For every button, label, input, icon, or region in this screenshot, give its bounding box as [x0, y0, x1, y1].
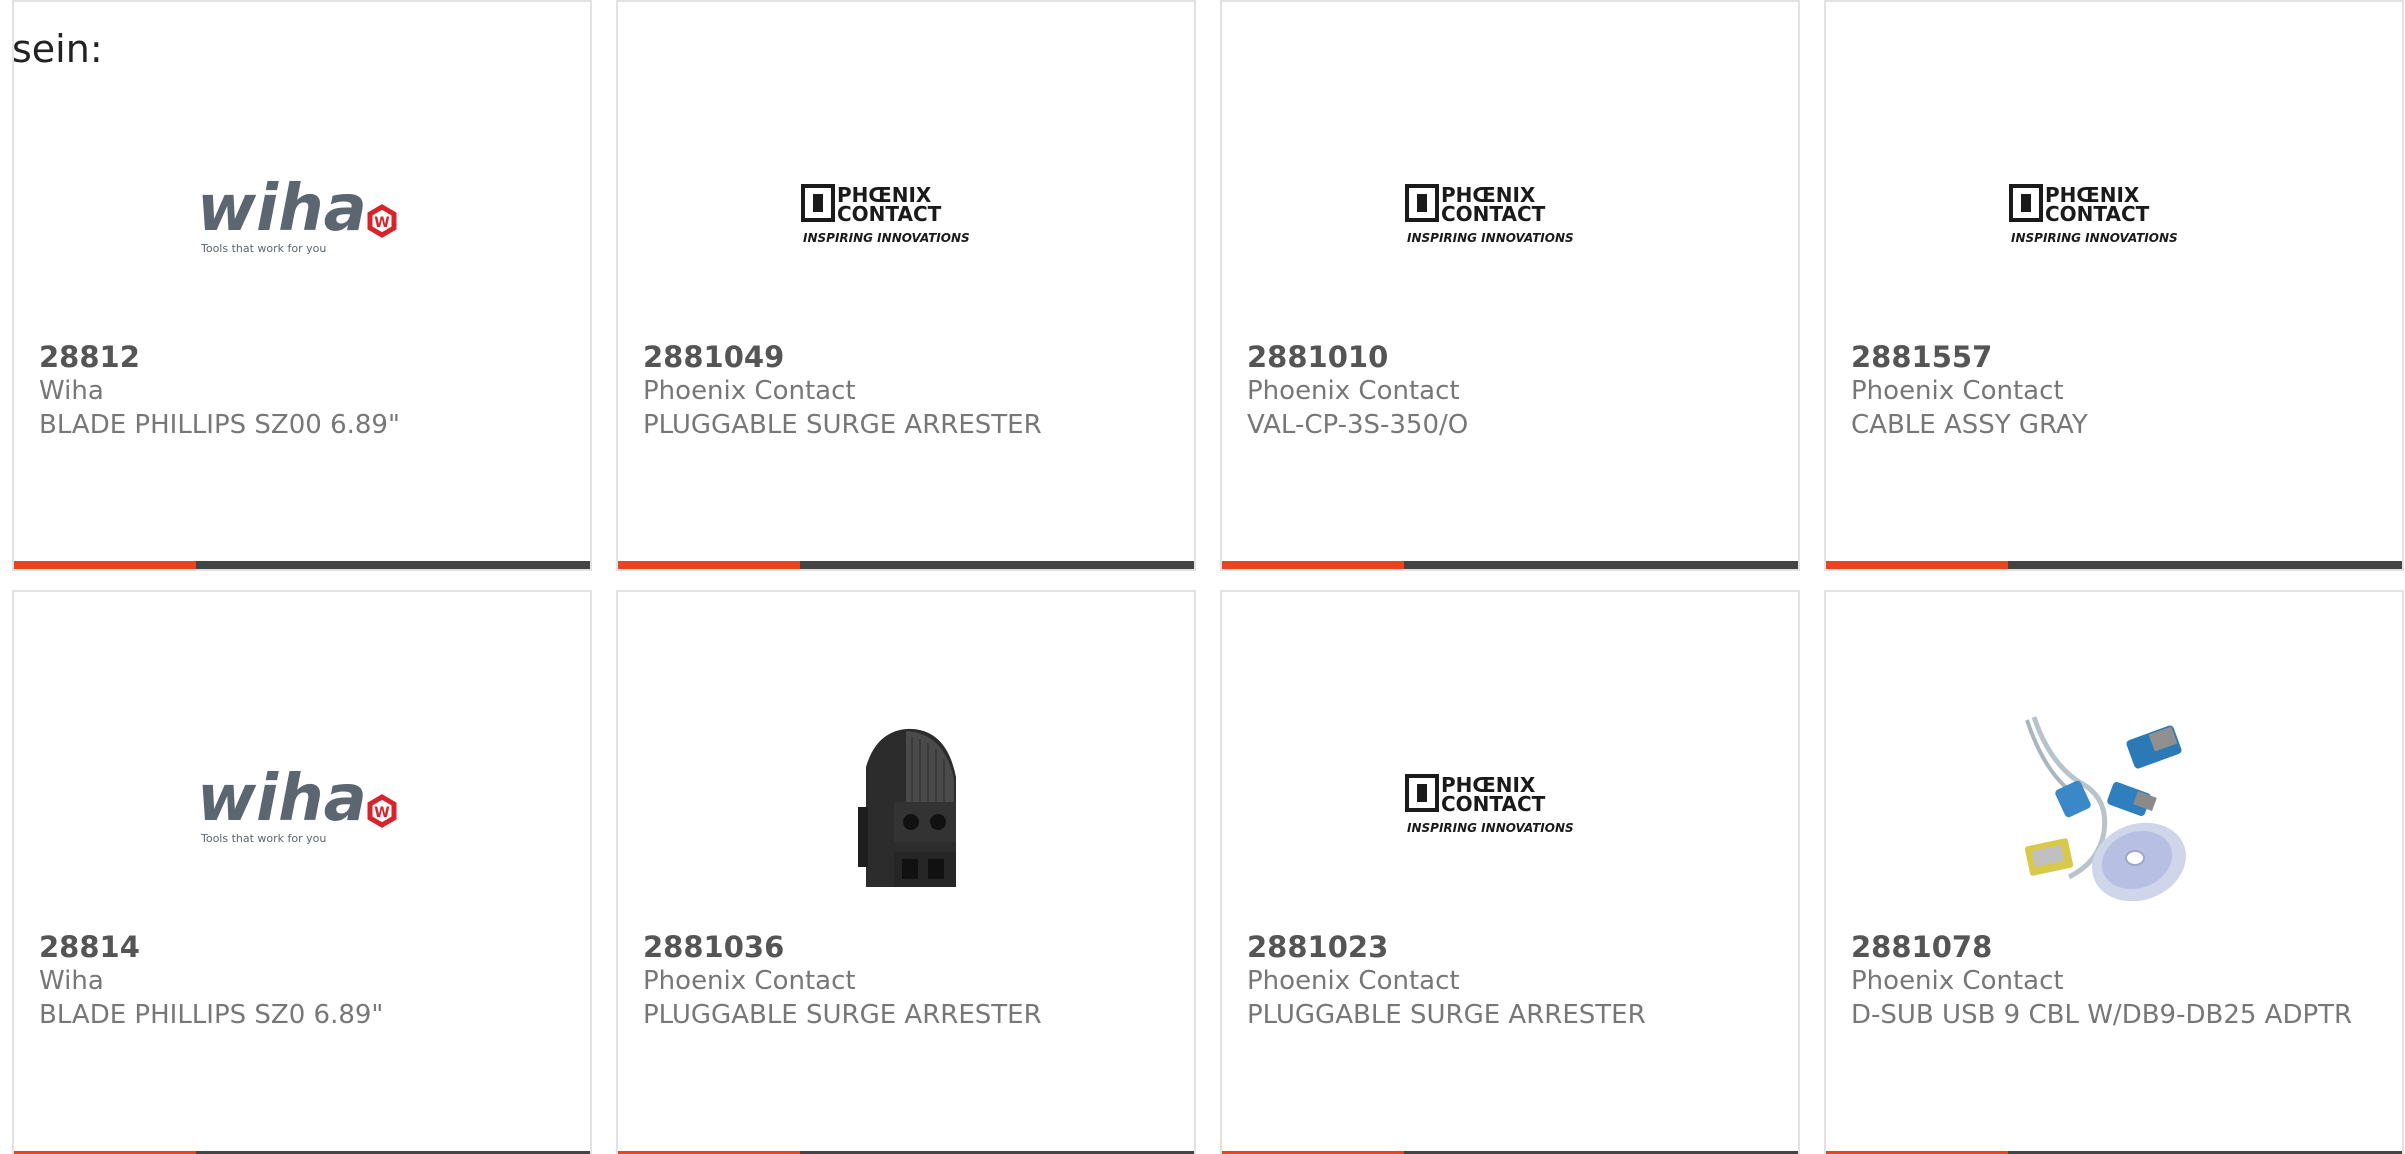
svg-text:W: W	[374, 805, 389, 821]
card-bar-accent	[14, 561, 196, 569]
svg-text:INSPIRING INNOVATIONS: INSPIRING INNOVATIONS	[803, 231, 970, 245]
product-info: 2881557 Phoenix Contact CABLE ASSY GRAY	[1851, 340, 2382, 442]
product-card[interactable]: PHŒNIX CONTACT INSPIRING INNOVATIONS 288…	[1824, 0, 2404, 571]
product-description: PLUGGABLE SURGE ARRESTER	[643, 1000, 1042, 1030]
product-image-container	[1826, 707, 2402, 907]
manufacturer: Wiha	[39, 376, 104, 406]
product-description: PLUGGABLE SURGE ARRESTER	[1247, 1000, 1646, 1030]
wiha-logo: wiha W Tools that work for you	[197, 762, 397, 845]
card-bar-accent	[1826, 561, 2008, 569]
card-bottom-bar	[1826, 561, 2402, 569]
part-number[interactable]: 28812	[39, 340, 570, 374]
intro-text: sein:	[12, 27, 103, 71]
svg-text:CONTACT: CONTACT	[1441, 202, 1546, 226]
product-info: 2881023 Phoenix Contact PLUGGABLE SURGE …	[1247, 930, 1778, 1032]
svg-text:INSPIRING INNOVATIONS: INSPIRING INNOVATIONS	[1407, 821, 1574, 835]
svg-text:INSPIRING INNOVATIONS: INSPIRING INNOVATIONS	[2011, 231, 2178, 245]
product-image-container: wiha W Tools that work for you	[14, 117, 590, 317]
svg-text:Tools that work for you: Tools that work for you	[200, 242, 326, 255]
product-description: BLADE PHILLIPS SZ00 6.89"	[39, 410, 400, 440]
part-number[interactable]: 2881010	[1247, 340, 1778, 374]
svg-text:INSPIRING INNOVATIONS: INSPIRING INNOVATIONS	[1407, 231, 1574, 245]
product-description: BLADE PHILLIPS SZ0 6.89"	[39, 1000, 384, 1030]
product-image-container	[618, 707, 1194, 907]
svg-text:W: W	[374, 215, 389, 231]
phoenix-contact-logo: PHŒNIX CONTACT INSPIRING INNOVATIONS	[1405, 183, 1574, 245]
card-bottom-bar	[14, 561, 590, 569]
card-bottom-bar	[618, 561, 1194, 569]
phoenix-contact-logo: PHŒNIX CONTACT INSPIRING INNOVATIONS	[1405, 773, 1574, 835]
product-info: 28814 Wiha BLADE PHILLIPS SZ0 6.89"	[39, 930, 570, 1032]
product-info: 2881049 Phoenix Contact PLUGGABLE SURGE …	[643, 340, 1174, 442]
part-number[interactable]: 2881078	[1851, 930, 2382, 964]
part-number[interactable]: 2881023	[1247, 930, 1778, 964]
product-description: D-SUB USB 9 CBL W/DB9-DB25 ADPTR	[1851, 1000, 2353, 1030]
wiha-logo: wiha W Tools that work for you	[197, 172, 397, 255]
svg-text:wiha: wiha	[197, 172, 367, 246]
part-number[interactable]: 2881049	[643, 340, 1174, 374]
part-number[interactable]: 2881557	[1851, 340, 2382, 374]
product-card[interactable]: 2881078 Phoenix Contact D-SUB USB 9 CBL …	[1824, 590, 2404, 1154]
product-info: 2881036 Phoenix Contact PLUGGABLE SURGE …	[643, 930, 1174, 1032]
product-info: 2881078 Phoenix Contact D-SUB USB 9 CBL …	[1851, 930, 2382, 1032]
manufacturer: Phoenix Contact	[1851, 376, 2064, 406]
product-card[interactable]: wiha W Tools that work for you 28812 Wih…	[12, 0, 592, 571]
manufacturer: Phoenix Contact	[1247, 376, 1460, 406]
product-card[interactable]: PHŒNIX CONTACT INSPIRING INNOVATIONS 288…	[1220, 0, 1800, 571]
product-description: VAL-CP-3S-350/O	[1247, 410, 1469, 440]
phoenix-contact-logo: PHŒNIX CONTACT INSPIRING INNOVATIONS	[801, 183, 970, 245]
manufacturer: Phoenix Contact	[643, 376, 856, 406]
product-card[interactable]: PHŒNIX CONTACT INSPIRING INNOVATIONS 288…	[616, 0, 1196, 571]
surge-arrester-photo	[858, 728, 956, 887]
product-image-container: PHŒNIX CONTACT INSPIRING INNOVATIONS	[1222, 707, 1798, 907]
product-image-container: PHŒNIX CONTACT INSPIRING INNOVATIONS	[1222, 117, 1798, 317]
card-bar-accent	[1222, 561, 1404, 569]
product-image-container: PHŒNIX CONTACT INSPIRING INNOVATIONS	[618, 117, 1194, 317]
manufacturer: Phoenix Contact	[1247, 966, 1460, 996]
svg-text:wiha: wiha	[197, 762, 367, 836]
product-description: PLUGGABLE SURGE ARRESTER	[643, 410, 1042, 440]
manufacturer: Wiha	[39, 966, 104, 996]
usb-cable-adapter-photo	[2024, 716, 2186, 902]
card-bottom-bar	[1222, 561, 1798, 569]
manufacturer: Phoenix Contact	[1851, 966, 2064, 996]
product-card[interactable]: wiha W Tools that work for you 28814 Wih…	[12, 590, 592, 1154]
product-card[interactable]: 2881036 Phoenix Contact PLUGGABLE SURGE …	[616, 590, 1196, 1154]
product-card[interactable]: PHŒNIX CONTACT INSPIRING INNOVATIONS 288…	[1220, 590, 1800, 1154]
product-info: 2881010 Phoenix Contact VAL-CP-3S-350/O	[1247, 340, 1778, 442]
manufacturer: Phoenix Contact	[643, 966, 856, 996]
product-image-container: wiha W Tools that work for you	[14, 707, 590, 907]
card-bar-accent	[618, 561, 800, 569]
svg-text:CONTACT: CONTACT	[1441, 792, 1546, 816]
part-number[interactable]: 2881036	[643, 930, 1174, 964]
phoenix-contact-logo: PHŒNIX CONTACT INSPIRING INNOVATIONS	[2009, 183, 2178, 245]
svg-text:CONTACT: CONTACT	[837, 202, 942, 226]
product-grid-page: sein: wiha W Tools that work for you 288…	[0, 0, 2405, 1154]
product-image-container: PHŒNIX CONTACT INSPIRING INNOVATIONS	[1826, 117, 2402, 317]
part-number[interactable]: 28814	[39, 930, 570, 964]
svg-text:CONTACT: CONTACT	[2045, 202, 2150, 226]
svg-text:Tools that work for you: Tools that work for you	[200, 832, 326, 845]
product-info: 28812 Wiha BLADE PHILLIPS SZ00 6.89"	[39, 340, 570, 442]
product-description: CABLE ASSY GRAY	[1851, 410, 2088, 440]
